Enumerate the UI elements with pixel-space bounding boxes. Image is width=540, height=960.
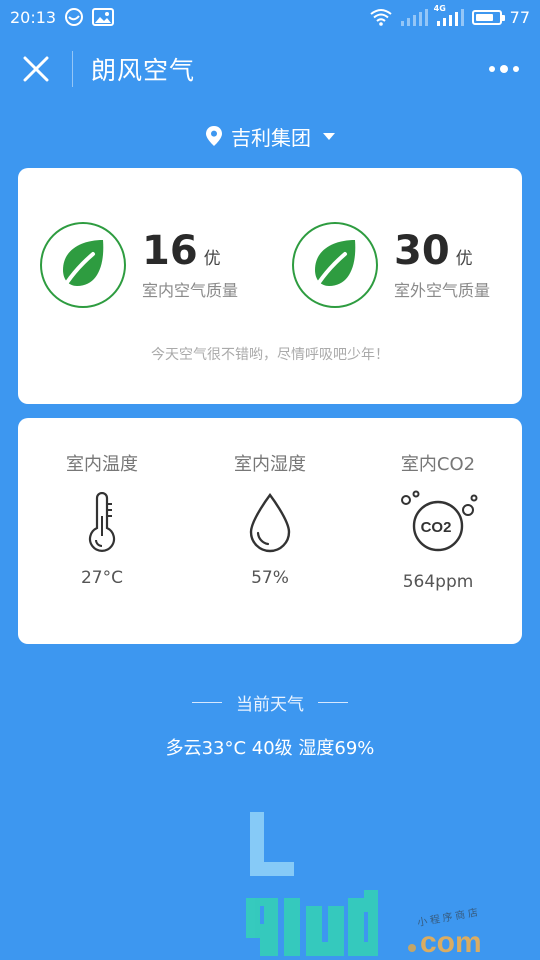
leaf-icon — [40, 222, 126, 308]
more-options-button[interactable] — [484, 56, 524, 82]
temperature-column: 室内温度 27°C — [18, 450, 186, 588]
app-notification-icon — [64, 7, 84, 27]
battery-percent: 77 — [509, 7, 530, 27]
co2-label: 室内CO2 — [400, 454, 476, 475]
svg-text:com: com — [420, 926, 482, 959]
wifi-icon — [370, 8, 392, 26]
indoor-aq-value: 16 — [142, 228, 198, 274]
weather-heading-text: 当前天气 — [236, 694, 304, 715]
nav-divider — [72, 51, 73, 87]
leaf-icon — [292, 222, 378, 308]
temperature-label: 室内温度 — [66, 454, 138, 475]
location-selector[interactable]: 吉利集团 — [0, 118, 540, 154]
co2-column: 室内CO2 CO2 564ppm — [354, 450, 522, 592]
more-dot-icon — [489, 66, 495, 72]
outdoor-aq-value: 30 — [394, 228, 450, 274]
indoor-aq-text: 16 优 室内空气质量 — [142, 229, 238, 301]
air-quality-card: 16 优 室内空气质量 30 优 室外空气质量 今天空气很不错哟，尽情呼吸吧少年… — [18, 168, 522, 404]
heading-divider-left — [192, 701, 222, 703]
indoor-aq-level: 优 — [203, 249, 221, 269]
current-weather-heading: 当前天气 — [0, 688, 540, 716]
close-button[interactable] — [0, 34, 72, 104]
thermometer-icon — [85, 486, 119, 560]
humidity-value: 57% — [251, 568, 289, 588]
current-weather-summary: 多云33°C 40级 湿度69% — [165, 738, 375, 759]
co2-value: 564ppm — [402, 572, 474, 592]
battery-fill — [475, 13, 493, 21]
outdoor-aq-level: 优 — [455, 249, 473, 269]
network-label: 4G — [433, 4, 446, 13]
outdoor-aq-text: 30 优 室外空气质量 — [394, 229, 490, 301]
outdoor-air-quality: 30 优 室外空气质量 — [292, 222, 490, 308]
close-icon — [23, 56, 49, 82]
signal-empty-icon — [400, 8, 428, 26]
watermark-subtext: 小 程 序 商 店 — [416, 906, 478, 929]
water-drop-icon — [247, 486, 293, 560]
more-dot-icon — [513, 66, 519, 72]
outdoor-aq-value-row: 30 优 — [394, 229, 490, 273]
heading-divider-right — [318, 701, 348, 703]
more-dot-icon — [500, 65, 508, 73]
air-quality-tip: 今天空气很不错哟，尽情呼吸吧少年！ — [151, 347, 389, 363]
indoor-air-quality: 16 优 室内空气质量 — [40, 222, 238, 308]
status-left: 20:13 — [10, 7, 115, 27]
location-name: 吉利集团 — [231, 125, 311, 150]
co2-icon-text: CO2 — [421, 519, 452, 536]
battery-icon — [471, 9, 505, 25]
outdoor-aq-label: 室外空气质量 — [394, 281, 491, 300]
status-bar: 20:13 4G 77 — [0, 0, 540, 34]
humidity-label: 室内湿度 — [234, 454, 306, 475]
temperature-value: 27°C — [80, 568, 123, 588]
humidity-column: 室内湿度 57% — [186, 450, 354, 588]
co2-icon: CO2 — [398, 486, 478, 560]
nav-bar: 朗风空气 — [0, 34, 540, 104]
indoor-aq-label: 室内空气质量 — [142, 281, 239, 300]
signal-4g-icon: 4G — [434, 4, 464, 26]
location-pin-icon — [206, 126, 222, 146]
image-notification-icon — [92, 8, 115, 26]
chevron-down-icon — [323, 132, 335, 140]
indoor-environment-card: 室内温度 27°C 室内湿度 57% 室内CO2 CO2 564ppm — [18, 418, 522, 644]
status-right: 4G 77 — [370, 4, 530, 27]
page-title: 朗风空气 — [91, 56, 196, 85]
indoor-aq-value-row: 16 优 — [142, 229, 238, 273]
status-time: 20:13 — [10, 7, 57, 27]
